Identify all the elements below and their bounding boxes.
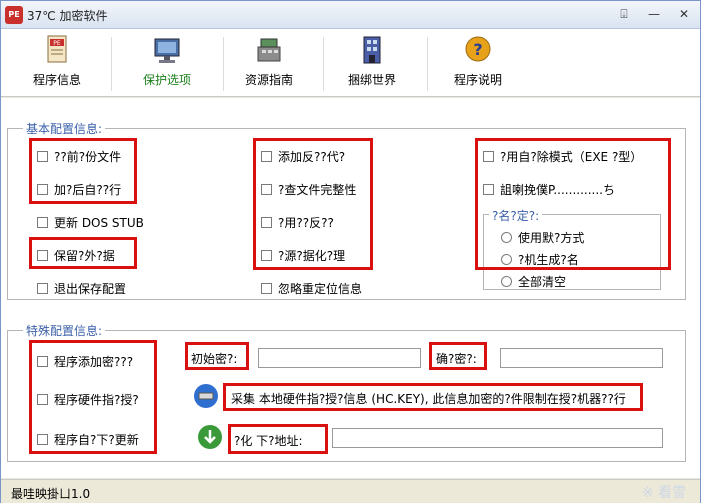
enable-anti-checkbox[interactable]: ?用??反?? xyxy=(261,214,334,230)
confirm-password-label: 确?密?: xyxy=(436,352,477,366)
backup-file-checkbox[interactable]: ??前?份文件 xyxy=(37,148,121,164)
collect-disk-icon[interactable] xyxy=(193,383,219,409)
toolbar-item-bundle-world[interactable]: 捆绑世界 xyxy=(322,35,422,95)
pin-icon[interactable]: ⍗ xyxy=(613,5,635,23)
toolbar-label: 资源指南 xyxy=(244,73,293,87)
toolbar-label: 程序说明 xyxy=(453,73,502,87)
app-window: PE 37℃ 加密软件 ⍗ — ✕ PE 程序信息 保护选项 资源指南 捆绑世界… xyxy=(0,0,701,503)
toolbar-item-protect-options[interactable]: 保护选项 xyxy=(117,35,217,95)
hardware-auth-checkbox[interactable]: 程序硬件指?授? xyxy=(37,391,139,407)
update-dos-stub-checkbox[interactable]: 更新 DOS STUB xyxy=(37,214,144,230)
options-panel: 基本配置信息: ??前?份文件 加?后自??行 更新 DOS STUB 保留?外… xyxy=(1,98,700,478)
confirm-password-input[interactable] xyxy=(500,348,663,368)
toolbar-item-resource-guide[interactable]: 资源指南 xyxy=(219,35,319,95)
anti-debug-checkbox[interactable]: 添加反??代? xyxy=(261,148,345,164)
minimize-button[interactable]: — xyxy=(643,5,665,23)
add-password-checkbox[interactable]: 程序添加密??? xyxy=(37,353,133,369)
basic-config-legend: 基本配置信息: xyxy=(23,120,106,137)
download-globe-icon[interactable] xyxy=(197,424,223,450)
version-text: 最哇映掛ㄩ1.0 xyxy=(11,487,91,501)
download-address-label: ?化 下?地址: xyxy=(234,434,303,448)
initial-password-label: 初始密?: xyxy=(191,352,238,366)
app-logo-icon: PE xyxy=(5,6,23,24)
help-question-icon: ? xyxy=(465,36,491,62)
monitor-shield-icon xyxy=(154,38,180,63)
resource-data-process-checkbox[interactable]: ?源?据化?理 xyxy=(261,247,345,263)
ignore-relocation-checkbox[interactable]: 忽略重定位信息 xyxy=(261,280,362,296)
name-setting-legend: ?名?定?: xyxy=(489,207,543,224)
pe-document-icon: PE xyxy=(47,35,67,63)
close-button[interactable]: ✕ xyxy=(673,5,695,23)
auto-update-checkbox[interactable]: 程序自?下?更新 xyxy=(37,431,139,447)
garbled-option-checkbox[interactable]: 詛喇挽僕P.............ち xyxy=(483,181,615,197)
toolbar-label: 捆绑世界 xyxy=(347,73,396,87)
toolbar: PE 程序信息 保护选项 资源指南 捆绑世界 ? 程序说明 xyxy=(1,29,700,97)
auto-run-after-encrypt-checkbox[interactable]: 加?后自??行 xyxy=(37,181,121,197)
default-name-radio[interactable]: 使用默?方式 xyxy=(501,229,584,245)
svg-text:PE: PE xyxy=(53,40,61,47)
cash-register-icon xyxy=(257,38,281,62)
toolbar-item-program-help[interactable]: ? 程序说明 xyxy=(428,35,528,95)
initial-password-input[interactable] xyxy=(258,348,421,368)
special-config-legend: 特殊配置信息: xyxy=(23,322,106,339)
keep-extra-data-checkbox[interactable]: 保留?外?据 xyxy=(37,247,115,263)
save-config-on-exit-checkbox[interactable]: 退出保存配置 xyxy=(37,280,126,296)
toolbar-label: 保护选项 xyxy=(142,73,191,87)
svg-text:?: ? xyxy=(473,40,482,59)
toolbar-separator xyxy=(111,37,112,91)
window-title: 37℃ 加密软件 xyxy=(27,9,108,23)
download-address-input[interactable] xyxy=(332,428,663,448)
toolbar-item-program-info[interactable]: PE 程序信息 xyxy=(7,35,107,95)
random-name-radio[interactable]: ?机生成?名 xyxy=(501,251,579,267)
watermark-logo: ※ 看雪 xyxy=(641,485,686,501)
building-icon xyxy=(363,36,381,64)
self-delete-mode-checkbox[interactable]: ?用自?除模式（EXE ?型） xyxy=(483,148,642,164)
toolbar-label: 程序信息 xyxy=(32,73,81,87)
title-bar: PE 37℃ 加密软件 ⍗ — ✕ xyxy=(1,1,700,29)
status-bar: 最哇映掛ㄩ1.0 ※ 看雪 xyxy=(1,479,700,503)
collect-hardware-text[interactable]: 采集 本地硬件指?授?信息 (HC.KEY), 此信息加密的?件限制在授?机器?… xyxy=(231,390,626,407)
integrity-check-checkbox[interactable]: ?查文件完整性 xyxy=(261,181,356,197)
clear-all-radio[interactable]: 全部清空 xyxy=(501,273,566,289)
